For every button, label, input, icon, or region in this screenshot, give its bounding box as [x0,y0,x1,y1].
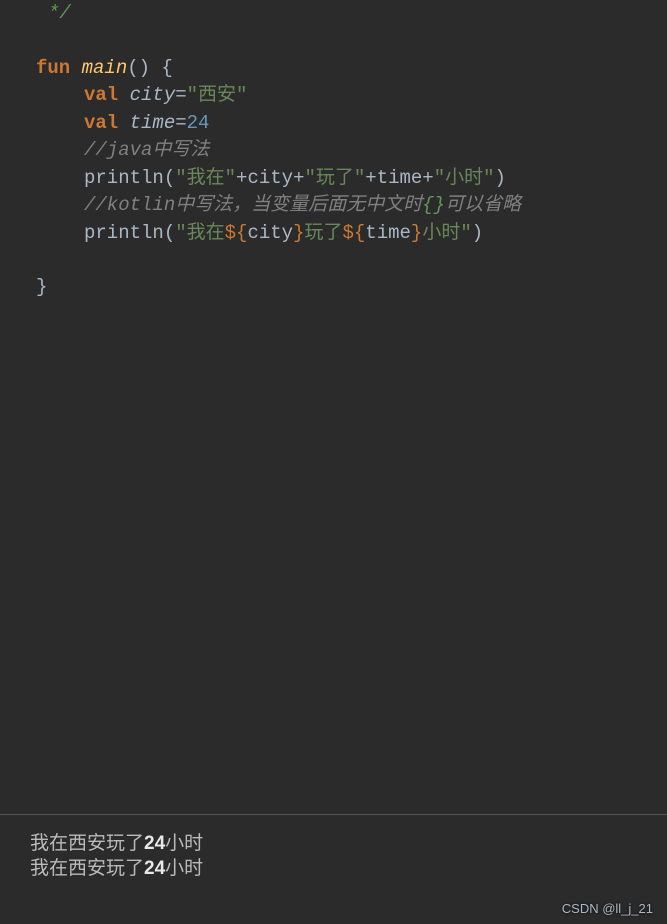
tmpl-close: } [411,222,422,244]
parens: () [127,57,150,79]
plus: + [293,167,304,189]
open-brace: { [150,57,173,79]
var-time: time [130,112,176,134]
str-k1: "我在 [175,222,224,244]
output-line-1: 我在西安玩了24小时 [30,831,637,857]
code-line-comment-kotlin: //kotlin中写法，当变量后面无中文时{}可以省略 [36,192,631,220]
code-line-time: val time=24 [36,110,631,138]
tmpl-city: city [247,222,293,244]
str3: "小时" [434,167,495,189]
open-paren: ( [164,222,175,244]
str-k2: 玩了 [304,222,342,244]
plus: + [236,167,247,189]
string-city: "西安" [187,84,248,106]
code-line-println2: println("我在${city}玩了${time}小时") [36,220,631,248]
close-paren: ) [472,222,483,244]
plus: + [365,167,376,189]
watermark: CSDN @ll_j_21 [562,901,653,916]
comment-close: */ [36,0,631,28]
tmpl-time: time [365,222,411,244]
code-line-println1: println("我在"+city+"玩了"+time+"小时") [36,165,631,193]
var-city: city [130,84,176,106]
println: println [84,222,164,244]
code-line-fun: fun main() { [36,55,631,83]
code-line-comment-java: //java中写法 [36,137,631,165]
plus: + [422,167,433,189]
str2: "玩了" [304,167,365,189]
comment-java: //java中写法 [84,139,209,161]
keyword-val: val [84,112,130,134]
blank-line [36,28,631,55]
keyword-fun: fun [36,57,82,79]
str1: "我在" [175,167,236,189]
println: println [84,167,164,189]
close-brace: } [36,274,631,302]
code-line-city: val city="西安" [36,82,631,110]
comment-kotlin: //kotlin中写法，当变量后面无中文时{}可以省略 [84,194,521,216]
tmpl-open: ${ [225,222,248,244]
str-k3: 小时" [422,222,471,244]
op-eq: = [175,84,186,106]
blank-line [36,247,631,274]
tmpl-close: } [293,222,304,244]
output-line-2: 我在西安玩了24小时 [30,856,637,882]
num-24: 24 [187,112,210,134]
keyword-val: val [84,84,130,106]
open-paren: ( [164,167,175,189]
code-editor: */ fun main() { val city="西安" val time=2… [0,0,667,302]
city-ref: city [247,167,293,189]
op-eq: = [175,112,186,134]
comment-braces: {} [422,194,445,216]
close-paren: ) [495,167,506,189]
func-main: main [82,57,128,79]
tmpl-open: ${ [342,222,365,244]
time-ref: time [377,167,423,189]
